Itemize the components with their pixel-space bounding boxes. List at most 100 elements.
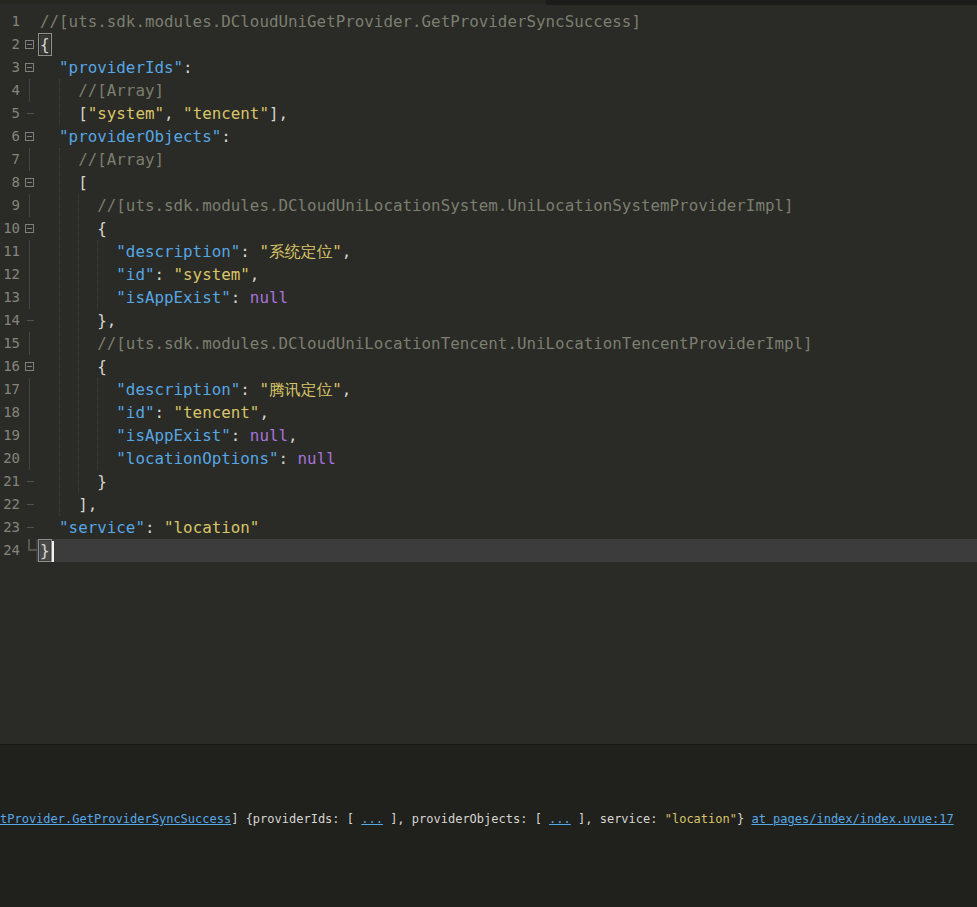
- code-line[interactable]: 24}: [0, 539, 977, 562]
- console-link[interactable]: ...: [361, 812, 383, 826]
- token-punct: },: [97, 311, 116, 330]
- line-number[interactable]: 20: [0, 447, 20, 470]
- console-text: "location": [665, 812, 737, 826]
- code-line[interactable]: 18 "id": "tencent",: [0, 401, 977, 424]
- token-key: "isAppExist": [116, 426, 230, 445]
- code-text: [: [40, 171, 88, 194]
- code-line[interactable]: 21 }: [0, 470, 977, 493]
- line-number[interactable]: 22: [0, 493, 20, 516]
- line-number[interactable]: 12: [0, 263, 20, 286]
- fold-guide: [20, 516, 40, 539]
- line-number[interactable]: 24: [0, 539, 20, 562]
- token-key: "service": [59, 518, 145, 537]
- code-line[interactable]: 20 "locationOptions": null: [0, 447, 977, 470]
- line-number[interactable]: 4: [0, 79, 20, 102]
- code-line[interactable]: 6 "providerObjects":: [0, 125, 977, 148]
- code-line[interactable]: 19 "isAppExist": null,: [0, 424, 977, 447]
- code-text: //[uts.sdk.modules.DCloudUniGetProvider.…: [40, 10, 641, 33]
- fold-toggle-icon[interactable]: [20, 125, 40, 148]
- code-line[interactable]: 17 "description": "腾讯定位",: [0, 378, 977, 401]
- line-number[interactable]: 6: [0, 125, 20, 148]
- code-line[interactable]: 9 //[uts.sdk.modules.DCloudUniLocationSy…: [0, 194, 977, 217]
- code-text: "providerObjects":: [40, 125, 231, 148]
- line-number[interactable]: 2: [0, 33, 20, 56]
- code-text: "id": "tencent",: [40, 401, 269, 424]
- code-line[interactable]: 7 //[Array]: [0, 148, 977, 171]
- line-number[interactable]: 1: [0, 10, 20, 33]
- code-line[interactable]: 22 ],: [0, 493, 977, 516]
- code-line[interactable]: 14 },: [0, 309, 977, 332]
- token-punct: ,: [342, 242, 352, 261]
- fold-guide: [20, 10, 40, 33]
- token-punct: :: [145, 518, 164, 537]
- code-line[interactable]: 15 //[uts.sdk.modules.DCloudUniLocationT…: [0, 332, 977, 355]
- code-line[interactable]: 1 //[uts.sdk.modules.DCloudUniGetProvider…: [0, 10, 977, 33]
- code-line[interactable]: 11 "description": "系统定位",: [0, 240, 977, 263]
- code-editor[interactable]: 1 //[uts.sdk.modules.DCloudUniGetProvider…: [0, 0, 977, 744]
- console-link[interactable]: ...: [549, 812, 571, 826]
- code-text: {: [40, 33, 50, 56]
- token-key: "description": [116, 380, 240, 399]
- line-number[interactable]: 3: [0, 56, 20, 79]
- line-number[interactable]: 5: [0, 102, 20, 125]
- token-str: "system": [174, 265, 250, 284]
- line-number[interactable]: 11: [0, 240, 20, 263]
- fold-toggle-icon[interactable]: [20, 217, 40, 240]
- line-number[interactable]: 10: [0, 217, 20, 240]
- fold-toggle-icon[interactable]: [20, 33, 40, 56]
- token-kw: null: [298, 449, 336, 468]
- fold-toggle-icon[interactable]: [20, 171, 40, 194]
- code-line[interactable]: 13 "isAppExist": null: [0, 286, 977, 309]
- line-number[interactable]: 8: [0, 171, 20, 194]
- code-line[interactable]: 2{: [0, 33, 977, 56]
- token-punct: :: [231, 426, 250, 445]
- fold-toggle-icon[interactable]: [20, 355, 40, 378]
- line-number[interactable]: 16: [0, 355, 20, 378]
- token-punct: ],: [78, 495, 97, 514]
- code-line[interactable]: 12 "id": "system",: [0, 263, 977, 286]
- line-number[interactable]: 18: [0, 401, 20, 424]
- top-strip-left: [0, 0, 546, 4]
- console-text: ], providerObjects: [: [383, 812, 549, 826]
- indent-guide: [59, 79, 60, 125]
- token-str: "tencent": [174, 403, 260, 422]
- line-number[interactable]: 15: [0, 332, 20, 355]
- line-number[interactable]: 7: [0, 148, 20, 171]
- code-line[interactable]: 3 "providerIds":: [0, 56, 977, 79]
- code-text: }: [40, 539, 54, 562]
- token-punct: :: [278, 449, 297, 468]
- token-str: "location": [164, 518, 259, 537]
- token-punct: :: [231, 288, 250, 307]
- fold-guide: [20, 401, 40, 424]
- fold-guide: [20, 286, 40, 309]
- code-line[interactable]: 16 {: [0, 355, 977, 378]
- fold-toggle-icon[interactable]: [20, 56, 40, 79]
- line-number[interactable]: 9: [0, 194, 20, 217]
- token-punct: {: [40, 35, 50, 54]
- code-text: "service": "location": [40, 516, 259, 539]
- code-line[interactable]: 10 {: [0, 217, 977, 240]
- code-text: "locationOptions": null: [40, 447, 336, 470]
- code-line[interactable]: 8 [: [0, 171, 977, 194]
- code-line[interactable]: 5 ["system", "tencent"],: [0, 102, 977, 125]
- token-punct: ],: [269, 104, 288, 123]
- indent-guide: [78, 194, 79, 493]
- console-link[interactable]: at pages/index/index.uvue:17: [751, 812, 953, 826]
- token-comment: //[Array]: [78, 81, 164, 100]
- code-line[interactable]: 4 //[Array]: [0, 79, 977, 102]
- line-number[interactable]: 21: [0, 470, 20, 493]
- token-punct: [: [78, 104, 88, 123]
- indent-guide: [59, 148, 60, 516]
- token-punct: ,: [288, 426, 298, 445]
- line-number[interactable]: 23: [0, 516, 20, 539]
- fold-guide: [20, 470, 40, 493]
- line-number[interactable]: 13: [0, 286, 20, 309]
- console-link[interactable]: tProvider.GetProviderSyncSuccess: [0, 812, 231, 826]
- line-number[interactable]: 14: [0, 309, 20, 332]
- line-number[interactable]: 19: [0, 424, 20, 447]
- token-punct: [: [78, 173, 88, 192]
- code-line[interactable]: 23 "service": "location": [0, 516, 977, 539]
- line-number[interactable]: 17: [0, 378, 20, 401]
- token-punct: ,: [250, 265, 260, 284]
- token-punct: ,: [342, 380, 352, 399]
